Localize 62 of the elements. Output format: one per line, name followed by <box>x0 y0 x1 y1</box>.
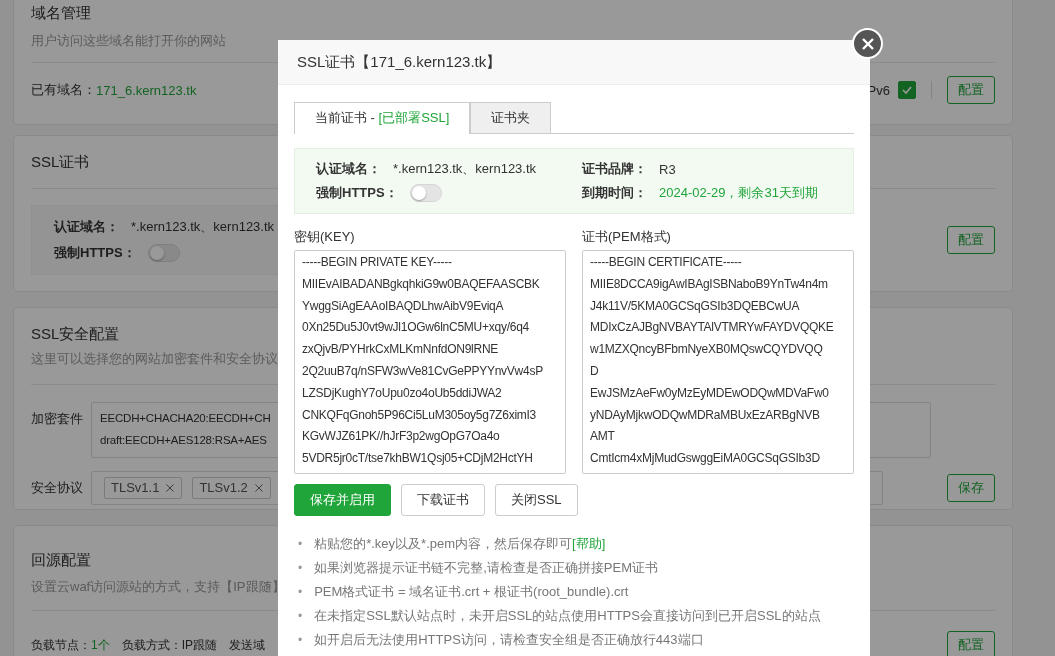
node-count: 1个 <box>91 636 110 654</box>
cipher-text: EECDH+CHACHA20:EECDH+CH <box>100 411 271 426</box>
domain-text: *.kern123.tk、kern123.tk <box>393 160 537 178</box>
field-label: 证书(PEM格式) <box>582 228 672 246</box>
save-button[interactable]: 保存 <box>947 474 995 502</box>
field-label: 强制HTTPS： <box>54 244 136 262</box>
bullet: • <box>298 609 303 623</box>
field-label: 负载节点： <box>31 636 91 654</box>
help-note: 如果浏览器提示证书链不完整,请检查是否正确拼接PEM证书 <box>314 559 658 577</box>
config-button[interactable]: 配置 <box>947 226 995 254</box>
close-icon <box>860 36 875 51</box>
protocol-tag[interactable]: TLSv1.1 <box>104 477 183 499</box>
check-icon <box>901 84 913 96</box>
section-title: SSL安全配置 <box>31 324 120 344</box>
domain-text: *.kern123.tk、kern123.tk <box>131 218 275 236</box>
https-toggle[interactable] <box>409 184 442 202</box>
protocol-tag[interactable]: TLSv1.2 <box>192 477 271 499</box>
field-label: 发送域 <box>229 636 266 654</box>
field-label: 强制HTTPS： <box>316 184 398 202</box>
section-title: 回源配置 <box>31 550 91 570</box>
field-label: 认证域名： <box>316 160 381 178</box>
tab[interactable]: 当前证书 - [已部署SSL] <box>294 102 471 134</box>
section-subtitle: 用户访问这些域名能打开你的网站 <box>31 32 226 50</box>
help-note: PEM格式证书 = 域名证书.crt + 根证书(root_bundle).crt <box>314 583 629 601</box>
cipher-text: draft:EECDH+AES128:RSA+AES <box>100 433 267 448</box>
help-link[interactable]: [帮助] <box>572 536 606 551</box>
certificate-field[interactable]: -----BEGIN CERTIFICATE----- MIIE8DCCA9igAwIBAgISBNaboB9YnTw4n4m J4k11V/5KMA0GCSqGSIb3DQEBCwUA MDIxCzAJBgNVBAYTAlVTMRYwFAYDVQQKE w1MZXQncyBFbmNyeXB0MQswCQYDVQQ D EwJSMzAeFw0yMzEyMDEwODQwMDVaFw0 yNDAyMjkwODQwMDRaMBUxEzARBgNVB AMT CmtIcm4xMjMudGswggEiMA0GCSqGSIb3D <box>582 250 854 474</box>
https-toggle[interactable] <box>147 244 180 262</box>
tab[interactable]: 证书夹 <box>470 102 552 133</box>
brand-text: R3 <box>659 161 676 177</box>
expiry-text: 2024-02-29，剩余31天到期 <box>659 184 818 202</box>
bullet: • <box>298 537 303 551</box>
field-label: 安全协议 <box>31 479 84 497</box>
help-note: 在未指定SSL默认站点时，未开启SSL的站点使用HTTPS会直接访问到已开启SSL的站点 <box>314 607 821 625</box>
section-subtitle: 这里可以选择您的网站加密套件和安全协议 <box>31 350 278 368</box>
help-note: 粘贴您的*.key以及*.pem内容，然后保存即可[帮助] <box>314 535 606 553</box>
field-label: 加密套件 <box>31 410 84 428</box>
bullet: • <box>298 633 303 647</box>
action-button[interactable]: 下载证书 <box>401 484 485 516</box>
field-label: 认证域名： <box>54 218 119 236</box>
config-button[interactable]: 配置 <box>947 76 995 104</box>
field-label: 到期时间： <box>582 184 647 202</box>
field-label: 密钥(KEY) <box>294 228 356 246</box>
ipv6-checkbox[interactable] <box>898 81 916 99</box>
section-title: 域名管理 <box>31 3 91 23</box>
config-button[interactable]: 配置 <box>947 631 995 656</box>
action-button[interactable]: 关闭SSL <box>495 484 578 516</box>
bullet: • <box>298 585 303 599</box>
section-subtitle: 设置云waf访问源站的方式，支持【IP跟随】 <box>31 578 285 596</box>
action-button[interactable]: 保存并启用 <box>294 484 391 516</box>
key-field[interactable]: -----BEGIN PRIVATE KEY----- MIIEvAIBADANBgkqhkiG9w0BAQEFAASCBK YwggSiAgEAAoIBAQDLhwAibV9EviqA 0Xn25Du5J0vt9wJl1OGw6lnC5MU+xqy/6q4 zxQjvB/PYHrkCxMLKmNnfdON9lRNE 2Q2uuB7q/nSFW3wVe81CvGePPYYnvVw4sP LZSDjKughY7oUpu0zo4oUb5ddiJWA2 CNKQFqGnoh5P96Ci5LuM305oy5g7Z6ximI3 KGvWJZ61PK//hJrF3p2wgOpG7Oa4o 5VDR5jr0cT/tse7khBW1Qsj05+CDjM2HctYH <box>294 250 566 474</box>
mode-value: IP跟随 <box>181 636 218 654</box>
section-title: SSL证书 <box>31 152 90 172</box>
field-label: 负载方式： <box>121 636 182 654</box>
remove-icon <box>165 483 176 493</box>
remove-icon <box>253 483 264 493</box>
field-label: 证书品牌： <box>582 160 647 178</box>
bullet: • <box>298 561 303 575</box>
domain-link[interactable]: 171_6.kern123.tk <box>96 82 197 98</box>
dialog-title: SSL证书【171_6.kern123.tk】 <box>278 40 870 85</box>
help-note: 如开启后无法使用HTTPS访问，请检查安全组是否正确放行443端口 <box>314 631 704 649</box>
field-label: 已有域名： <box>31 81 96 99</box>
